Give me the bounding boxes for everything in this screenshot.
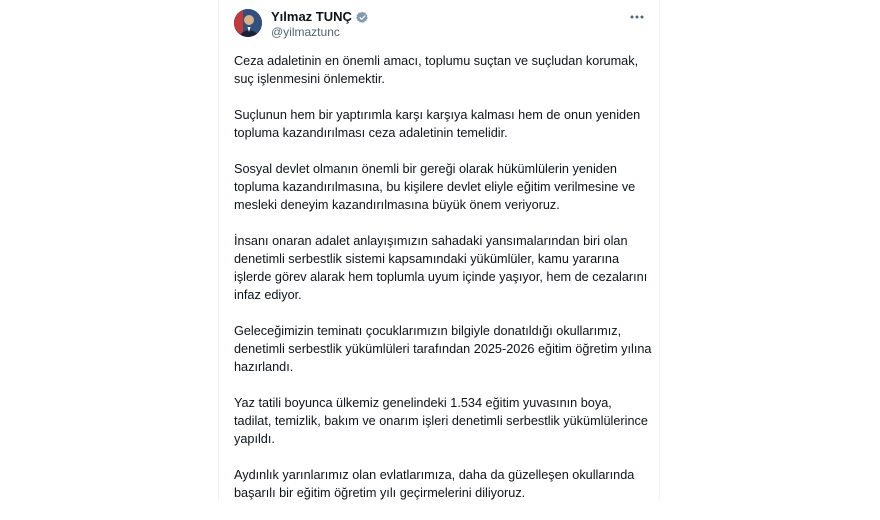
- post-card: Yılmaz TUNÇ @yilmaztunc Ceza adaletinin …: [218, 0, 660, 500]
- post-paragraph: Ceza adaletinin en önemli amacı, toplumu…: [234, 54, 639, 86]
- verified-badge-icon: [356, 11, 369, 24]
- post-paragraph: Geleceğimizin teminatı çocuklarımızın bi…: [234, 324, 652, 374]
- author-handle[interactable]: @yilmaztunc: [271, 25, 340, 39]
- post-paragraph: Yaz tatili boyunca ülkemiz genelindeki 1…: [234, 396, 648, 446]
- post-text: Ceza adaletinin en önemli amacı, toplumu…: [234, 52, 652, 520]
- post-paragraph: Sosyal devlet olmanın önemli bir gereği …: [234, 162, 636, 212]
- post-paragraph: İnsanı onaran adalet anlayışımızın sahad…: [234, 234, 648, 302]
- post-paragraph: Aydınlık yarınlarımız olan evlatlarımıza…: [234, 468, 635, 500]
- more-horizontal-icon[interactable]: [629, 10, 645, 24]
- avatar-image: [234, 9, 262, 37]
- author-display-name[interactable]: Yılmaz TUNÇ: [271, 9, 352, 25]
- author-name-row: Yılmaz TUNÇ: [271, 9, 369, 25]
- post-paragraph: Suçlunun hem bir yaptırımla karşı karşıy…: [234, 108, 641, 140]
- avatar[interactable]: [234, 9, 262, 37]
